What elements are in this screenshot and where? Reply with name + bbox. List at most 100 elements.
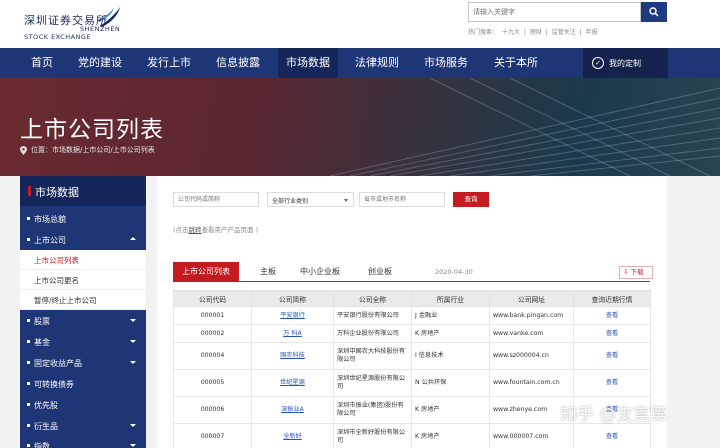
col-abbr-header[interactable]: 公司简称	[251, 290, 334, 307]
nav-home[interactable]: 首页	[31, 48, 53, 78]
hotword[interactable]: 理财	[530, 29, 542, 36]
download-button[interactable]: ⇩ 下载	[619, 266, 653, 279]
hotword[interactable]: 监管关注	[552, 29, 576, 36]
bullet-icon	[27, 444, 30, 447]
nav-rules[interactable]: 法律规则	[355, 48, 399, 78]
company-industry: K 房地产	[411, 396, 490, 424]
col-code-header[interactable]: 公司代码	[173, 290, 252, 307]
company-code: 000005	[173, 369, 252, 397]
company-fullname: 深圳市全新好股份有限公司	[333, 423, 412, 448]
nav-disclosure[interactable]: 信息披露	[216, 48, 260, 78]
chevron-down-icon	[344, 199, 348, 202]
sidebar-item-preferred-shares[interactable]: 优先股	[20, 395, 146, 415]
company-code: 000007	[173, 423, 252, 448]
table-row: 000002 万 科A 万科企业股份有限公司 K 房地产 www.vanke.c…	[173, 324, 651, 343]
col-industry-header[interactable]: 所属行业	[411, 290, 490, 307]
company-fullname: 深圳市振业(集团)股份有限公司	[333, 396, 412, 424]
bullet-icon	[27, 340, 30, 343]
sidebar-item-convertible-bonds[interactable]: 可转换债券	[20, 374, 146, 394]
company-website: www.fountain.com.cn	[489, 369, 574, 397]
bullet-icon	[27, 217, 30, 220]
company-abbr-link[interactable]: 万 科A	[283, 330, 302, 337]
logo-en-line2: STOCK EXCHANGE	[24, 33, 92, 41]
hotword[interactable]: 年报	[586, 29, 598, 36]
company-code: 000006	[173, 396, 252, 424]
nav-services[interactable]: 市场服务	[424, 48, 468, 78]
nav-listing[interactable]: 发行上市	[147, 48, 191, 78]
sidebar-sub-company-list[interactable]: 上市公司列表	[20, 250, 146, 270]
company-code-input[interactable]	[173, 192, 259, 207]
sidebar-item-funds[interactable]: 基金	[20, 332, 146, 352]
view-quote-link[interactable]: 查看	[606, 312, 618, 319]
top-bar: 深圳证券交易所 SHENZHEN STOCK EXCHANGE 热门搜索： 十九…	[0, 0, 720, 48]
bullet-icon	[27, 238, 30, 241]
page: 深圳证券交易所 SHENZHEN STOCK EXCHANGE 热门搜索： 十九…	[0, 0, 720, 448]
note-link[interactable]: 跳转	[189, 226, 202, 234]
industry-select-value: 全部行业类别	[272, 198, 309, 205]
banner-lines-decoration	[330, 78, 720, 176]
szse-logo[interactable]: 深圳证券交易所 SHENZHEN STOCK EXCHANGE	[24, 6, 134, 42]
industry-select[interactable]: 全部行业类别	[267, 192, 354, 207]
sidebar-sub-suspended[interactable]: 暂停/终止上市公司	[20, 290, 146, 310]
company-fullname: 平安银行股份有限公司	[333, 306, 412, 325]
table-row: 000004 国农科技 深圳中国农大科技股份有限公司 I 信息技术 www.sz…	[173, 342, 651, 370]
sidebar-item-label: 上市公司	[34, 236, 66, 245]
view-quote-link[interactable]: 查看	[606, 379, 618, 386]
search-button[interactable]	[641, 2, 667, 22]
hot-search-words: 热门搜索： 十九大 | 理财 | 监管关注 | 年报	[468, 27, 600, 36]
view-quote-link[interactable]: 查看	[606, 352, 618, 359]
my-customize-button[interactable]: ✓ 我的定制	[583, 48, 668, 78]
company-abbr-link[interactable]: 世纪星源	[280, 379, 305, 386]
page-title: 上市公司列表	[20, 117, 164, 143]
sidebar-item-label: 优先股	[34, 401, 58, 410]
company-abbr-link[interactable]: 深振业A	[281, 406, 304, 413]
logo-en-line1: SHENZHEN	[80, 25, 121, 33]
company-industry: K 房地产	[411, 324, 490, 343]
sidebar-item-fixed-income[interactable]: 固定收益产品	[20, 353, 146, 373]
chevron-up-icon	[130, 237, 136, 240]
query-button[interactable]: 查询	[453, 192, 489, 207]
zhihu-watermark: 知乎 @支宫第	[560, 405, 668, 425]
company-code: 000001	[173, 306, 252, 325]
company-industry: N 公共环保	[411, 369, 490, 397]
nav-party[interactable]: 党的建设	[78, 48, 122, 78]
note-suffix: 查看资产产品页面 )	[201, 226, 259, 234]
nav-market-data[interactable]: 市场数据	[278, 48, 338, 78]
sidebar-item-listed-companies[interactable]: 上市公司	[20, 230, 146, 250]
bullet-icon	[27, 424, 30, 427]
hotword[interactable]: 十九大	[502, 29, 520, 36]
company-abbr-link[interactable]: 全新好	[283, 433, 302, 440]
company-abbr-link[interactable]: 平安银行	[280, 312, 305, 319]
sidebar-header: 市场数据	[20, 176, 146, 206]
company-website: www.sz000004.cn	[489, 342, 574, 370]
company-website: www.vanke.com	[489, 324, 574, 343]
tab-sme-board[interactable]: 中小企业板	[300, 262, 340, 282]
nav-about[interactable]: 关于本所	[494, 48, 538, 78]
view-quote-link[interactable]: 查看	[606, 433, 618, 440]
sidebar-sub-name-change[interactable]: 上市公司更名	[20, 270, 146, 290]
tab-main-board[interactable]: 主板	[260, 262, 276, 282]
tab-chinext[interactable]: 创业板	[368, 262, 392, 282]
breadcrumb: 位置：市场数据/上市公司/上市公司列表	[20, 145, 155, 155]
data-date: 2020-04-30	[435, 268, 473, 276]
hotword-sep: |	[579, 29, 582, 36]
col-fullname-header[interactable]: 公司全称	[333, 290, 412, 307]
col-quote-header[interactable]: 查询近期行情	[573, 290, 651, 307]
sidebar: 市场数据 市场总貌 上市公司 上市公司列表 上市公司更名 暂停/终止上市公司 股…	[20, 176, 146, 448]
chevron-down-icon	[130, 444, 136, 447]
search-input[interactable]	[468, 2, 641, 22]
bullet-icon	[27, 382, 30, 385]
sidebar-item-stocks[interactable]: 股票	[20, 311, 146, 331]
view-quote-link[interactable]: 查看	[606, 330, 618, 337]
company-abbr-link[interactable]: 国农科技	[280, 352, 305, 359]
col-website-header[interactable]: 公司网址	[489, 290, 574, 307]
company-website: www.000007.com	[489, 423, 574, 448]
bullet-icon	[27, 319, 30, 322]
region-input[interactable]	[359, 192, 445, 207]
table-row: 000005 世纪星源 深圳世纪星源股份有限公司 N 公共环保 www.foun…	[173, 369, 651, 397]
sidebar-item-derivatives[interactable]: 衍生品	[20, 416, 146, 436]
sidebar-item-indices[interactable]: 指数	[20, 436, 146, 448]
tab-company-list[interactable]: 上市公司列表	[173, 262, 239, 282]
sidebar-item-market-overview[interactable]: 市场总貌	[20, 209, 146, 229]
breadcrumb-text[interactable]: 位置：市场数据/上市公司/上市公司列表	[31, 145, 155, 155]
